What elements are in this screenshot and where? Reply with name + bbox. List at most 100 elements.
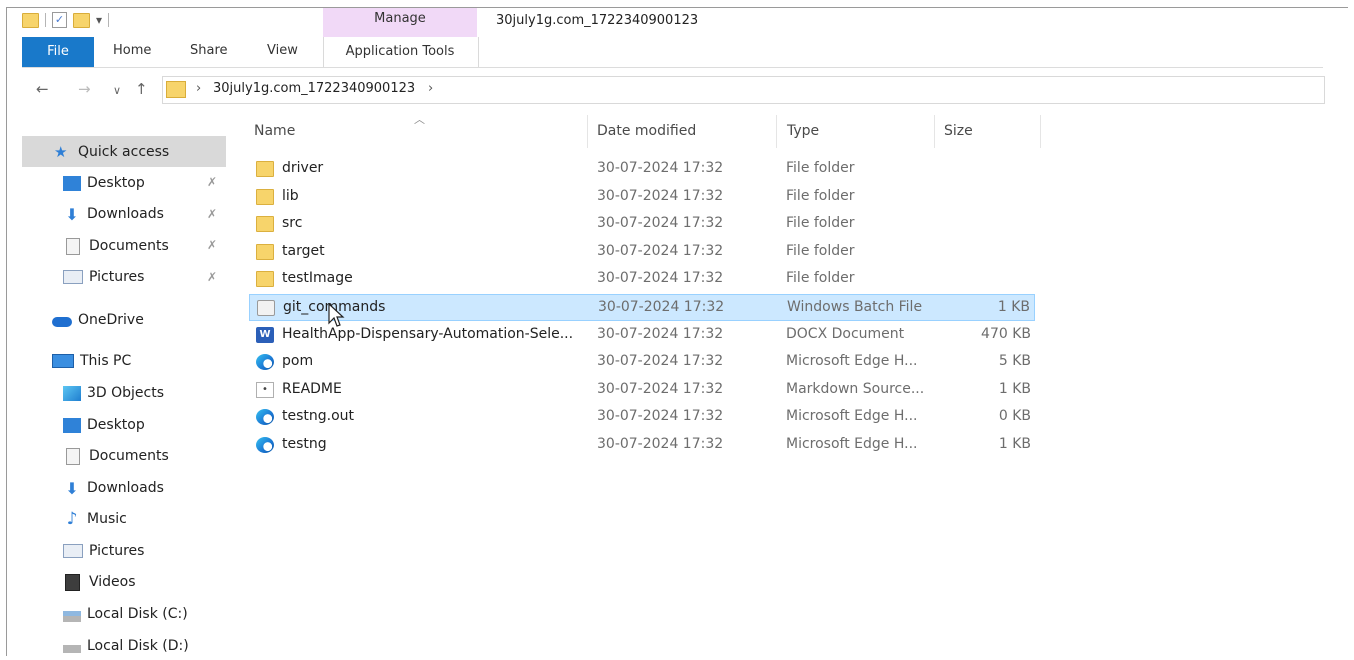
forward-arrow-icon[interactable]: → [78, 80, 91, 98]
file-type: File folder [786, 243, 855, 259]
file-row[interactable]: • README 30-07-2024 17:32 Markdown Source..… [249, 377, 1035, 404]
file-type: File folder [786, 270, 855, 286]
file-row[interactable]: git_commands 30-07-2024 17:32 Windows Batc… [249, 294, 1035, 321]
column-divider[interactable] [934, 115, 935, 148]
file-date-modified: 30-07-2024 17:32 [597, 408, 724, 424]
customize-toolbar-dropdown-icon[interactable]: ▾ [96, 13, 102, 27]
sidebar-item-label: Videos [89, 574, 136, 590]
sidebar-item-label: Downloads [87, 206, 164, 222]
sidebar-item-downloads[interactable]: ⬇ Downloads [63, 200, 164, 228]
breadcrumb-chevron-icon[interactable]: › [196, 81, 201, 96]
sidebar-item-this-pc[interactable]: This PC [52, 347, 131, 375]
pictures-icon [63, 270, 83, 284]
sidebar-item-documents[interactable]: Documents [63, 232, 169, 260]
document-icon [66, 237, 80, 255]
word-document-icon: W [256, 327, 274, 343]
file-date-modified: 30-07-2024 17:32 [597, 243, 724, 259]
edge-html-icon [256, 354, 274, 370]
sidebar-item-label: Desktop [87, 175, 145, 191]
film-icon [65, 573, 80, 591]
file-size: 470 KB [981, 326, 1031, 342]
tab-view[interactable]: View [267, 43, 298, 58]
tab-application-tools[interactable]: Application Tools [323, 44, 477, 59]
file-size: 0 KB [998, 408, 1031, 424]
file-row[interactable]: testng 30-07-2024 17:32 Microsoft Edge H..… [249, 432, 1035, 459]
column-divider[interactable] [587, 115, 588, 148]
sidebar-item-videos[interactable]: Videos [63, 568, 136, 596]
sidebar-item-label: Local Disk (D:) [87, 638, 189, 654]
toolbar-separator [108, 13, 110, 27]
sidebar-item-quick-access[interactable]: ★ Quick access [54, 138, 169, 166]
file-name: HealthApp-Dispensary-Automation-Sele... [282, 326, 574, 342]
document-icon [66, 447, 80, 465]
file-row[interactable]: target 30-07-2024 17:32 File folder [249, 239, 1035, 266]
file-row[interactable]: lib 30-07-2024 17:32 File folder [249, 184, 1035, 211]
pin-icon[interactable]: ✗ [207, 270, 217, 284]
star-icon: ★ [54, 142, 68, 161]
sidebar-item-desktop[interactable]: Desktop [63, 411, 145, 439]
file-name: src [282, 215, 303, 231]
file-date-modified: 30-07-2024 17:32 [597, 188, 724, 204]
sidebar-item-label: Downloads [87, 480, 164, 496]
file-row[interactable]: testImage 30-07-2024 17:32 File folder [249, 266, 1035, 293]
new-folder-icon[interactable] [73, 12, 90, 28]
folder-icon[interactable] [22, 12, 39, 28]
tab-file[interactable]: File [22, 37, 94, 67]
pin-icon[interactable]: ✗ [207, 207, 217, 221]
column-header-date-modified[interactable]: Date modified [597, 123, 696, 139]
column-divider[interactable] [776, 115, 777, 148]
sidebar-item-label: This PC [80, 353, 132, 369]
sidebar-item-pictures[interactable]: Pictures [63, 263, 144, 291]
window-border-left [6, 7, 7, 656]
column-header-size[interactable]: Size [944, 123, 973, 139]
file-row[interactable]: W HealthApp-Dispensary-Automation-Sele...… [249, 322, 1035, 349]
tab-share[interactable]: Share [190, 43, 228, 58]
breadcrumb-current-folder[interactable]: 30july1g.com_1722340900123 [213, 81, 415, 96]
drive-icon [63, 610, 81, 622]
file-size: 1 KB [998, 381, 1031, 397]
file-name: target [282, 243, 325, 259]
sidebar-item-music[interactable]: ♪ Music [63, 505, 127, 533]
sidebar-item-label: OneDrive [78, 312, 144, 328]
properties-icon[interactable]: ✓ [52, 12, 67, 28]
back-arrow-icon[interactable]: ← [36, 80, 49, 98]
recent-locations-chevron-icon[interactable]: ∨ [113, 84, 121, 97]
sidebar-item-label: Pictures [89, 543, 145, 559]
up-arrow-icon[interactable]: ↑ [135, 80, 148, 98]
file-type: File folder [786, 188, 855, 204]
file-type: DOCX Document [786, 326, 905, 342]
column-divider[interactable] [1040, 115, 1041, 148]
sidebar-item-onedrive[interactable]: OneDrive [52, 306, 144, 334]
file-name: testImage [282, 270, 353, 286]
file-type: Windows Batch File [787, 299, 923, 315]
file-row[interactable]: testng.out 30-07-2024 17:32 Microsoft Edge… [249, 404, 1035, 431]
pin-icon[interactable]: ✗ [207, 238, 217, 252]
file-type: Microsoft Edge H... [786, 436, 918, 452]
file-date-modified: 30-07-2024 17:32 [598, 299, 725, 315]
breadcrumb-chevron-icon[interactable]: › [428, 81, 433, 96]
pin-icon[interactable]: ✗ [207, 175, 217, 189]
tab-home[interactable]: Home [113, 43, 151, 58]
column-header-name[interactable]: Name [254, 123, 295, 139]
file-date-modified: 30-07-2024 17:32 [597, 215, 724, 231]
sidebar-item-label: Documents [89, 448, 169, 464]
sidebar-item-label: Pictures [89, 269, 145, 285]
column-header-type[interactable]: Type [787, 123, 819, 139]
sidebar-item-local-disk-c[interactable]: Local Disk (C:) [63, 600, 188, 628]
file-row[interactable]: pom 30-07-2024 17:32 Microsoft Edge H... 5 … [249, 349, 1035, 376]
sidebar-item-documents[interactable]: Documents [63, 442, 169, 470]
sidebar-item-label: Quick access [78, 144, 170, 160]
sidebar-item-desktop[interactable]: Desktop [63, 169, 145, 197]
file-row[interactable]: driver 30-07-2024 17:32 File folder [249, 156, 1035, 183]
file-row[interactable]: src 30-07-2024 17:32 File folder [249, 211, 1035, 238]
edge-html-icon [256, 437, 274, 453]
sidebar-item-downloads[interactable]: ⬇ Downloads [63, 474, 164, 502]
sidebar-item-pictures[interactable]: Pictures [63, 537, 144, 565]
manage-label: Manage [374, 11, 426, 26]
cloud-icon [52, 316, 72, 327]
folder-icon [256, 189, 274, 205]
file-type: Microsoft Edge H... [786, 353, 918, 369]
file-name: README [282, 381, 342, 397]
toolbar-separator [45, 13, 46, 27]
sidebar-item-3d-objects[interactable]: 3D Objects [63, 379, 164, 407]
